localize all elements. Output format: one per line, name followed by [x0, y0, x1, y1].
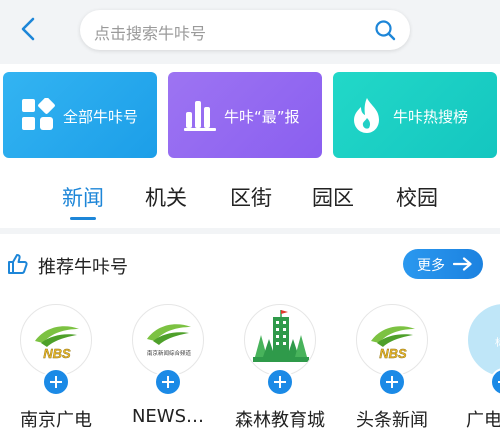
svg-text:NBS: NBS [43, 346, 71, 361]
top-bar: 点击搜索牛咔号 [0, 0, 500, 64]
account-name: 森林教育城 [235, 410, 325, 431]
tab-agencies[interactable]: 机关 [145, 182, 187, 212]
recommend-header: 推荐牛咔号 更多 [0, 244, 500, 284]
recommended-accounts: NBS 南京广电 南京新闻综合频道 NEWS… 森林教育城 NBS 头条新闻 广… [0, 300, 500, 441]
card-hot-search[interactable]: 牛咔热搜榜 [333, 72, 497, 158]
account-item[interactable]: NBS 头条新闻 [336, 300, 446, 441]
avatar: NBS [20, 304, 92, 376]
category-tabs: 新闻 机关 区街 园区 校园 [0, 172, 500, 224]
section-divider [0, 228, 500, 234]
school-building-logo-icon [253, 310, 309, 362]
news-channel-logo-icon: 南京新闻综合频道 [147, 324, 192, 357]
bar-chart-icon [184, 101, 216, 131]
card-label: 全部牛咔号 [63, 108, 139, 126]
more-label: 更多 [417, 258, 445, 274]
avatar [244, 304, 316, 376]
avatar: 南京新闻综合频道 [132, 304, 204, 376]
follow-plus-button[interactable] [42, 368, 70, 396]
account-item[interactable]: 森林教育城 [224, 300, 334, 441]
follow-plus-button[interactable] [154, 368, 182, 396]
follow-plus-button[interactable] [378, 368, 406, 396]
nbs-logo-icon: NBS [371, 326, 415, 361]
back-arrow-icon[interactable] [14, 14, 44, 44]
active-tab-indicator [70, 217, 96, 220]
avatar: 标志 [468, 304, 500, 376]
account-item[interactable]: 南京新闻综合频道 NEWS… [112, 300, 222, 441]
tab-news[interactable]: 新闻 [62, 182, 104, 212]
account-name: NEWS… [131, 406, 205, 427]
card-top-report[interactable]: 牛咔“最”报 [168, 72, 322, 158]
account-name: 头条新闻 [356, 410, 428, 431]
arrow-right-icon [453, 257, 472, 271]
account-name: 南京广电 [20, 410, 92, 431]
search-placeholder: 点击搜索牛咔号 [94, 24, 207, 43]
feature-cards: 全部牛咔号 牛咔“最”报 牛咔热搜榜 [0, 72, 500, 162]
search-input[interactable]: 点击搜索牛咔号 [80, 10, 410, 50]
flame-icon [354, 98, 379, 133]
svg-text:标志: 标志 [495, 336, 500, 349]
tab-campus[interactable]: 校园 [396, 182, 438, 212]
svg-text:NBS: NBS [379, 346, 407, 361]
nbs-logo-icon: NBS [35, 326, 79, 361]
section-title: 推荐牛咔号 [38, 257, 128, 278]
account-item[interactable]: NBS 南京广电 [0, 300, 110, 441]
avatar: NBS [356, 304, 428, 376]
grid-apps-icon [22, 98, 55, 130]
partial-logo-icon: 标志 [495, 336, 500, 349]
account-item[interactable]: 标志 广电 [448, 300, 500, 441]
svg-text:南京新闻综合频道: 南京新闻综合频道 [147, 349, 192, 357]
account-name: 广电 [466, 410, 500, 431]
search-icon[interactable] [374, 19, 396, 41]
card-label: 牛咔热搜榜 [393, 108, 469, 126]
follow-plus-button[interactable] [266, 368, 294, 396]
more-button[interactable]: 更多 [403, 249, 483, 279]
tab-parks[interactable]: 园区 [312, 182, 354, 212]
card-label: 牛咔“最”报 [224, 108, 300, 126]
tab-districts[interactable]: 区街 [230, 182, 272, 212]
card-all-accounts[interactable]: 全部牛咔号 [3, 72, 157, 158]
thumbs-up-icon [8, 254, 28, 274]
